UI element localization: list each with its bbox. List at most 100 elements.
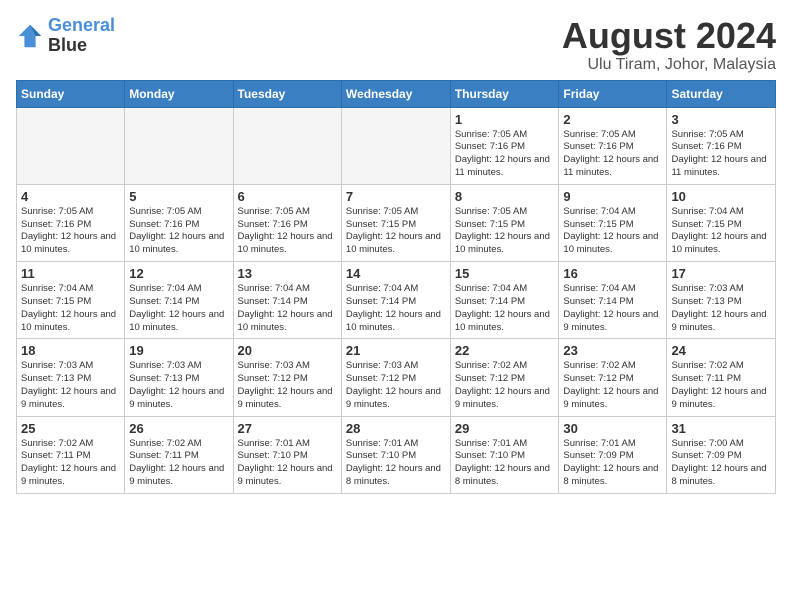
day-info: Sunrise: 7:01 AM Sunset: 7:10 PM Dayligh… (346, 438, 446, 489)
day-number: 31 (671, 421, 771, 436)
day-info: Sunrise: 7:02 AM Sunset: 7:11 PM Dayligh… (129, 438, 228, 489)
day-number: 5 (129, 189, 228, 204)
day-info: Sunrise: 7:05 AM Sunset: 7:15 PM Dayligh… (346, 206, 446, 257)
header-wednesday: Wednesday (341, 80, 450, 107)
day-info: Sunrise: 7:05 AM Sunset: 7:15 PM Dayligh… (455, 206, 555, 257)
day-info: Sunrise: 7:04 AM Sunset: 7:14 PM Dayligh… (455, 283, 555, 334)
logo-general: General (48, 15, 115, 35)
calendar-cell: 26 Sunrise: 7:02 AM Sunset: 7:11 PM Dayli… (125, 416, 233, 493)
week-row-2: 4 Sunrise: 7:05 AM Sunset: 7:16 PM Daylig… (17, 184, 776, 261)
day-number: 10 (671, 189, 771, 204)
logo-text: General Blue (48, 16, 115, 56)
day-number: 23 (563, 343, 662, 358)
day-info: Sunrise: 7:05 AM Sunset: 7:16 PM Dayligh… (129, 206, 228, 257)
location: Ulu Tiram, Johor, Malaysia (562, 56, 776, 74)
day-number: 1 (455, 112, 555, 127)
calendar-cell: 9 Sunrise: 7:04 AM Sunset: 7:15 PM Daylig… (559, 184, 667, 261)
calendar-cell: 29 Sunrise: 7:01 AM Sunset: 7:10 PM Dayli… (450, 416, 559, 493)
header-thursday: Thursday (450, 80, 559, 107)
day-info: Sunrise: 7:02 AM Sunset: 7:11 PM Dayligh… (671, 360, 771, 411)
day-info: Sunrise: 7:03 AM Sunset: 7:13 PM Dayligh… (129, 360, 228, 411)
week-row-5: 25Sunrise: 7:02 AM Sunset: 7:11 PM Dayli… (17, 416, 776, 493)
day-number: 12 (129, 266, 228, 281)
calendar-cell (17, 107, 125, 184)
calendar-cell: 21 Sunrise: 7:03 AM Sunset: 7:12 PM Dayli… (341, 339, 450, 416)
logo: General Blue (16, 16, 115, 56)
day-info: Sunrise: 7:04 AM Sunset: 7:14 PM Dayligh… (238, 283, 337, 334)
calendar-cell: 20 Sunrise: 7:03 AM Sunset: 7:12 PM Dayli… (233, 339, 341, 416)
day-number: 8 (455, 189, 555, 204)
day-number: 7 (346, 189, 446, 204)
day-number: 20 (238, 343, 337, 358)
logo-blue: Blue (48, 35, 87, 55)
calendar-cell: 30 Sunrise: 7:01 AM Sunset: 7:09 PM Dayli… (559, 416, 667, 493)
calendar-cell: 2Sunrise: 7:05 AM Sunset: 7:16 PM Daylig… (559, 107, 667, 184)
calendar-cell: 18Sunrise: 7:03 AM Sunset: 7:13 PM Dayli… (17, 339, 125, 416)
day-number: 9 (563, 189, 662, 204)
day-number: 29 (455, 421, 555, 436)
day-number: 17 (671, 266, 771, 281)
calendar-cell: 15 Sunrise: 7:04 AM Sunset: 7:14 PM Dayli… (450, 262, 559, 339)
calendar-cell: 5 Sunrise: 7:05 AM Sunset: 7:16 PM Daylig… (125, 184, 233, 261)
calendar-cell (125, 107, 233, 184)
calendar-cell: 14Sunrise: 7:04 AM Sunset: 7:14 PM Dayli… (341, 262, 450, 339)
day-info: Sunrise: 7:03 AM Sunset: 7:12 PM Dayligh… (346, 360, 446, 411)
week-row-3: 11Sunrise: 7:04 AM Sunset: 7:15 PM Dayli… (17, 262, 776, 339)
day-info: Sunrise: 7:01 AM Sunset: 7:09 PM Dayligh… (563, 438, 662, 489)
day-info: Sunrise: 7:05 AM Sunset: 7:16 PM Dayligh… (563, 129, 662, 180)
header-saturday: Saturday (667, 80, 776, 107)
day-number: 21 (346, 343, 446, 358)
day-info: Sunrise: 7:05 AM Sunset: 7:16 PM Dayligh… (455, 129, 555, 180)
day-info: Sunrise: 7:01 AM Sunset: 7:10 PM Dayligh… (455, 438, 555, 489)
weekday-header-row: Sunday Monday Tuesday Wednesday Thursday… (17, 80, 776, 107)
header-monday: Monday (125, 80, 233, 107)
calendar-cell: 27Sunrise: 7:01 AM Sunset: 7:10 PM Dayli… (233, 416, 341, 493)
day-info: Sunrise: 7:04 AM Sunset: 7:15 PM Dayligh… (21, 283, 120, 334)
header-sunday: Sunday (17, 80, 125, 107)
logo-icon (16, 22, 44, 50)
day-info: Sunrise: 7:05 AM Sunset: 7:16 PM Dayligh… (21, 206, 120, 257)
day-info: Sunrise: 7:04 AM Sunset: 7:14 PM Dayligh… (129, 283, 228, 334)
day-info: Sunrise: 7:05 AM Sunset: 7:16 PM Dayligh… (238, 206, 337, 257)
calendar-cell: 11Sunrise: 7:04 AM Sunset: 7:15 PM Dayli… (17, 262, 125, 339)
day-info: Sunrise: 7:00 AM Sunset: 7:09 PM Dayligh… (671, 438, 771, 489)
calendar-cell: 23 Sunrise: 7:02 AM Sunset: 7:12 PM Dayli… (559, 339, 667, 416)
day-info: Sunrise: 7:04 AM Sunset: 7:15 PM Dayligh… (671, 206, 771, 257)
day-number: 26 (129, 421, 228, 436)
day-info: Sunrise: 7:03 AM Sunset: 7:12 PM Dayligh… (238, 360, 337, 411)
calendar-cell: 12 Sunrise: 7:04 AM Sunset: 7:14 PM Dayli… (125, 262, 233, 339)
month-title: August 2024 (562, 16, 776, 56)
day-number: 6 (238, 189, 337, 204)
calendar-cell: 10 Sunrise: 7:04 AM Sunset: 7:15 PM Dayli… (667, 184, 776, 261)
calendar-cell: 17Sunrise: 7:03 AM Sunset: 7:13 PM Dayli… (667, 262, 776, 339)
day-info: Sunrise: 7:02 AM Sunset: 7:12 PM Dayligh… (563, 360, 662, 411)
day-number: 22 (455, 343, 555, 358)
calendar-cell: 25Sunrise: 7:02 AM Sunset: 7:11 PM Dayli… (17, 416, 125, 493)
day-info: Sunrise: 7:04 AM Sunset: 7:14 PM Dayligh… (563, 283, 662, 334)
calendar-cell: 16Sunrise: 7:04 AM Sunset: 7:14 PM Dayli… (559, 262, 667, 339)
day-number: 15 (455, 266, 555, 281)
calendar-cell: 31 Sunrise: 7:00 AM Sunset: 7:09 PM Dayli… (667, 416, 776, 493)
day-info: Sunrise: 7:01 AM Sunset: 7:10 PM Dayligh… (238, 438, 337, 489)
day-number: 24 (671, 343, 771, 358)
day-info: Sunrise: 7:04 AM Sunset: 7:15 PM Dayligh… (563, 206, 662, 257)
calendar: Sunday Monday Tuesday Wednesday Thursday… (16, 80, 776, 494)
day-number: 13 (238, 266, 337, 281)
day-number: 4 (21, 189, 120, 204)
calendar-cell (341, 107, 450, 184)
day-info: Sunrise: 7:02 AM Sunset: 7:11 PM Dayligh… (21, 438, 120, 489)
calendar-cell: 13 Sunrise: 7:04 AM Sunset: 7:14 PM Dayli… (233, 262, 341, 339)
day-number: 19 (129, 343, 228, 358)
header-friday: Friday (559, 80, 667, 107)
calendar-cell: 28 Sunrise: 7:01 AM Sunset: 7:10 PM Dayli… (341, 416, 450, 493)
day-info: Sunrise: 7:02 AM Sunset: 7:12 PM Dayligh… (455, 360, 555, 411)
week-row-1: 1 Sunrise: 7:05 AM Sunset: 7:16 PM Daylig… (17, 107, 776, 184)
calendar-cell: 22 Sunrise: 7:02 AM Sunset: 7:12 PM Dayli… (450, 339, 559, 416)
day-number: 14 (346, 266, 446, 281)
title-block: August 2024 Ulu Tiram, Johor, Malaysia (562, 16, 776, 74)
day-number: 28 (346, 421, 446, 436)
day-info: Sunrise: 7:03 AM Sunset: 7:13 PM Dayligh… (21, 360, 120, 411)
calendar-cell: 1 Sunrise: 7:05 AM Sunset: 7:16 PM Daylig… (450, 107, 559, 184)
week-row-4: 18Sunrise: 7:03 AM Sunset: 7:13 PM Dayli… (17, 339, 776, 416)
day-number: 30 (563, 421, 662, 436)
